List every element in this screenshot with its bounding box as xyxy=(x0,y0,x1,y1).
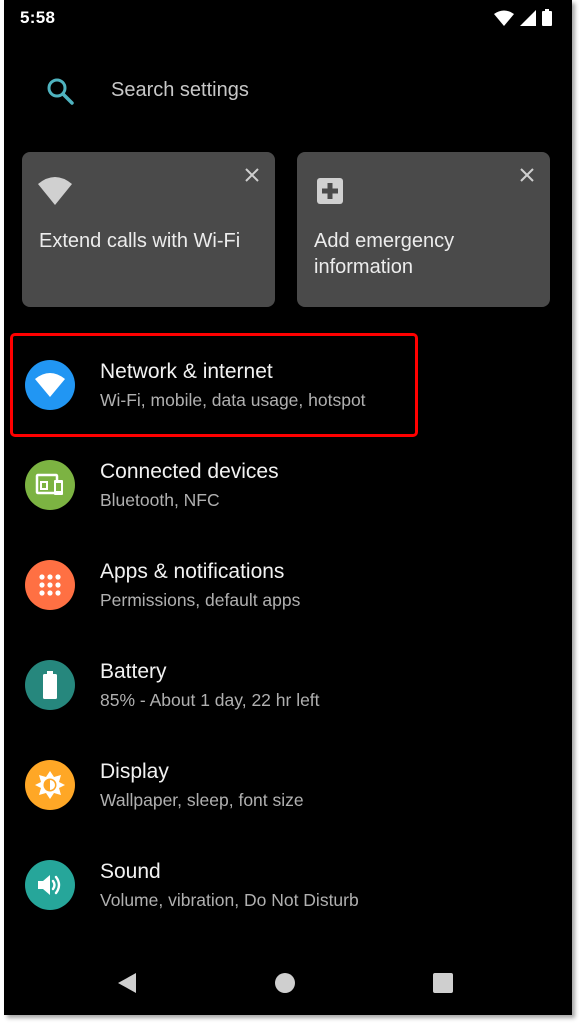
item-title: Network & internet xyxy=(100,360,273,383)
apps-grid-icon xyxy=(39,574,61,596)
suggestion-label: Extend calls with Wi-Fi xyxy=(39,230,241,252)
settings-item-apps[interactable]: Apps & notifications Permissions, defaul… xyxy=(4,535,572,635)
devices-icon-badge xyxy=(25,460,75,510)
settings-item-battery[interactable]: Battery 85% - About 1 day, 22 hr left xyxy=(4,635,572,735)
item-title: Display xyxy=(100,760,169,783)
settings-item-network[interactable]: Network & internet Wi-Fi, mobile, data u… xyxy=(4,335,572,435)
item-subtitle: Wallpaper, sleep, font size xyxy=(100,790,304,810)
item-title: Sound xyxy=(100,860,161,883)
network-icon-badge xyxy=(25,360,75,410)
home-icon[interactable] xyxy=(275,973,295,993)
close-icon[interactable] xyxy=(243,166,261,184)
battery-icon xyxy=(43,671,57,699)
item-subtitle: 85% - About 1 day, 22 hr left xyxy=(100,690,320,710)
item-subtitle: Volume, vibration, Do Not Disturb xyxy=(100,890,359,910)
settings-item-connected-devices[interactable]: Connected devices Bluetooth, NFC xyxy=(4,435,572,535)
item-title: Battery xyxy=(100,660,167,683)
medical-plus-icon xyxy=(317,178,343,204)
brightness-icon xyxy=(35,771,65,799)
search-placeholder: Search settings xyxy=(111,79,249,101)
status-icons xyxy=(494,9,552,26)
navigation-bar xyxy=(4,950,572,1015)
settings-item-display[interactable]: Display Wallpaper, sleep, font size xyxy=(4,735,572,835)
cell-signal-icon xyxy=(520,9,536,26)
suggestion-card-wifi-calling[interactable]: Extend calls with Wi-Fi xyxy=(22,152,275,307)
settings-list: Network & internet Wi-Fi, mobile, data u… xyxy=(4,335,572,935)
wifi-icon xyxy=(35,373,65,397)
wifi-icon xyxy=(38,177,72,205)
item-title: Connected devices xyxy=(100,460,279,483)
recents-icon[interactable] xyxy=(433,973,453,993)
item-subtitle: Bluetooth, NFC xyxy=(100,490,220,510)
search-icon xyxy=(47,78,74,105)
item-subtitle: Permissions, default apps xyxy=(100,590,301,610)
sound-icon-badge xyxy=(25,860,75,910)
display-icon-badge xyxy=(25,760,75,810)
settings-item-sound[interactable]: Sound Volume, vibration, Do Not Disturb xyxy=(4,835,572,935)
status-time: 5:58 xyxy=(20,8,56,27)
back-icon[interactable] xyxy=(116,972,138,994)
battery-icon-badge xyxy=(25,660,75,710)
apps-icon-badge xyxy=(25,560,75,610)
wifi-icon xyxy=(494,10,514,26)
suggestion-card-emergency-info[interactable]: Add emergency information xyxy=(297,152,550,307)
volume-icon xyxy=(38,875,61,895)
search-bar[interactable]: Search settings xyxy=(4,60,572,120)
item-subtitle: Wi-Fi, mobile, data usage, hotspot xyxy=(100,390,366,410)
suggestion-label: Add emergency information xyxy=(314,230,455,278)
devices-icon xyxy=(35,473,63,495)
battery-icon xyxy=(542,9,552,26)
settings-screen: 5:58 Search settings Extend calls with W… xyxy=(4,0,572,1015)
close-icon[interactable] xyxy=(518,166,536,184)
status-bar: 5:58 xyxy=(4,0,572,36)
item-title: Apps & notifications xyxy=(100,560,285,583)
